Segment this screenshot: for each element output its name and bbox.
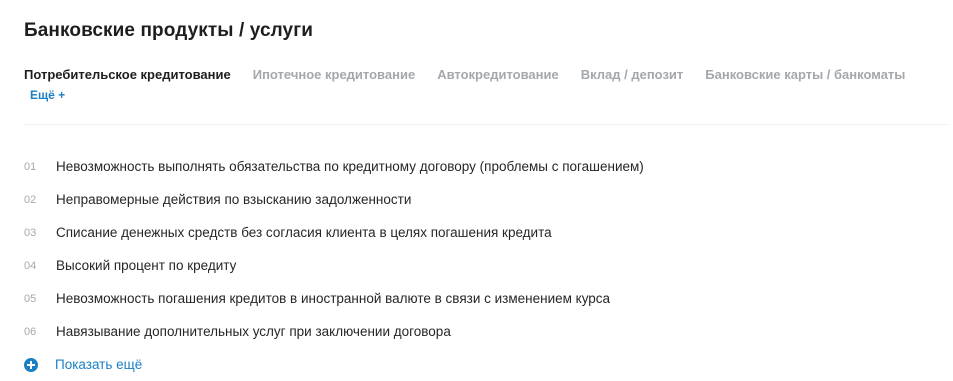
list-item[interactable]: 05 Невозможность погашения кредитов в ин… <box>24 282 944 315</box>
tab-deposit[interactable]: Вклад / депозит <box>581 67 684 82</box>
item-number: 03 <box>24 226 37 239</box>
tab-row: Потребительское кредитование Ипотечное к… <box>24 67 949 82</box>
item-text: Невозможность выполнять обязательства по… <box>56 159 644 174</box>
item-number: 06 <box>24 325 37 338</box>
tab-auto-credit[interactable]: Автокредитование <box>437 67 559 82</box>
item-number: 05 <box>24 292 37 305</box>
item-text: Списание денежных средств без согласия к… <box>56 225 552 240</box>
list-item[interactable]: 02 Неправомерные действия по взысканию з… <box>24 183 944 216</box>
tab-mortgage[interactable]: Ипотечное кредитование <box>253 67 415 82</box>
item-number: 02 <box>24 193 37 206</box>
divider <box>24 124 949 125</box>
plus-circle-icon <box>24 357 38 372</box>
item-number: 04 <box>24 259 37 272</box>
list-item[interactable]: 04 Высокий процент по кредиту <box>24 249 944 282</box>
item-text: Неправомерные действия по взысканию задо… <box>56 192 412 207</box>
list-item[interactable]: 03 Списание денежных средств без согласи… <box>24 216 944 249</box>
item-text: Невозможность погашения кредитов в иност… <box>56 291 611 306</box>
product-tabs: Потребительское кредитование Ипотечное к… <box>24 67 949 104</box>
item-text: Высокий процент по кредиту <box>56 258 237 273</box>
show-more-button[interactable]: Показать ещё <box>24 348 944 381</box>
item-number: 01 <box>24 160 37 173</box>
list-item[interactable]: 06 Навязывание дополнительных услуг при … <box>24 315 944 348</box>
more-tabs-button[interactable]: Ещё + <box>30 88 65 102</box>
issues-list: 01 Невозможность выполнять обязательства… <box>24 150 944 381</box>
tab-consumer-credit[interactable]: Потребительское кредитование <box>24 67 231 82</box>
tab-bank-cards[interactable]: Банковские карты / банкоматы <box>705 67 905 82</box>
page-title: Банковские продукты / услуги <box>24 20 313 41</box>
list-item[interactable]: 01 Невозможность выполнять обязательства… <box>24 150 944 183</box>
item-text: Навязывание дополнительных услуг при зак… <box>56 324 451 339</box>
